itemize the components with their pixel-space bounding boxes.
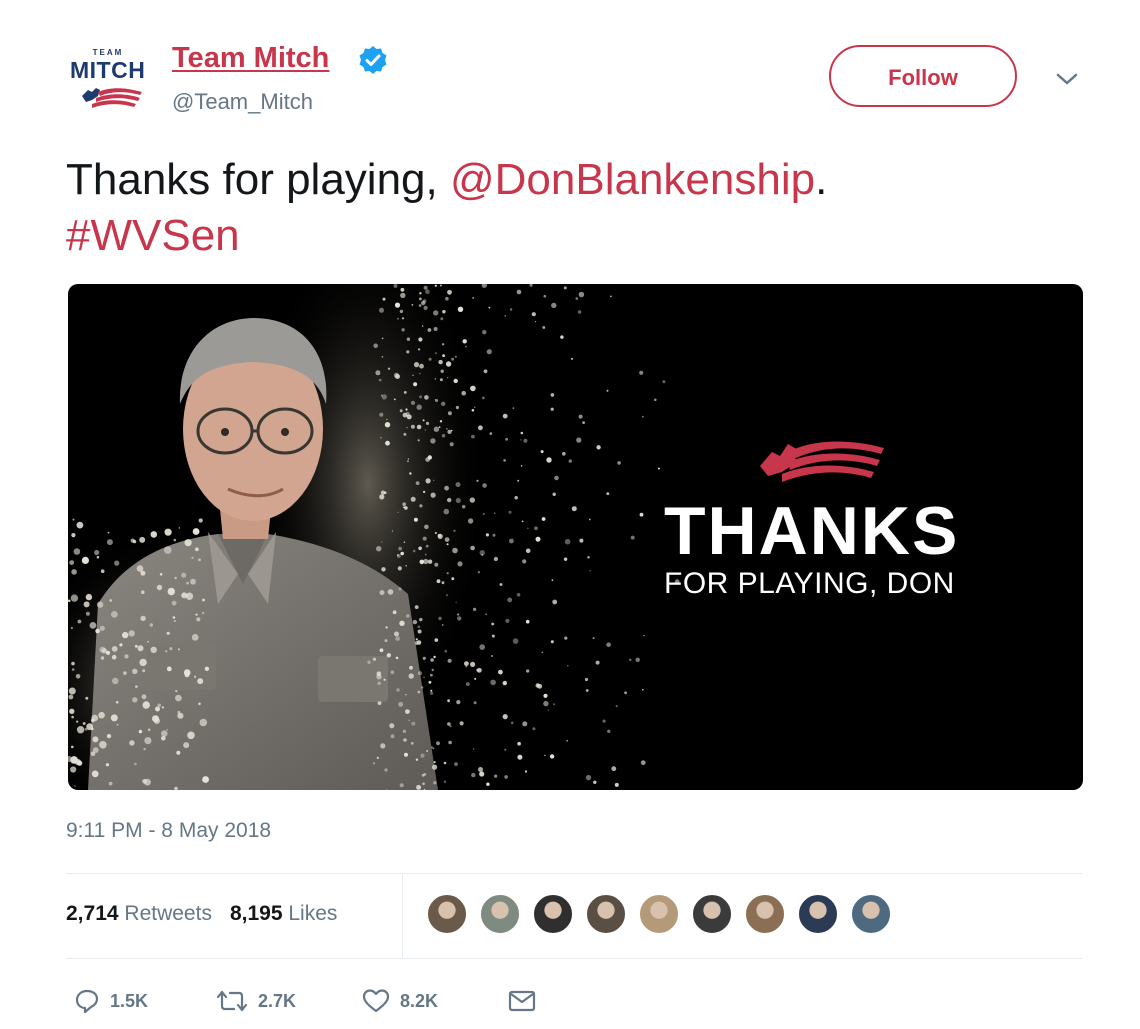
follow-button[interactable]: Follow xyxy=(829,45,1017,107)
liker-avatar[interactable] xyxy=(797,893,839,935)
avatar-team-text: TEAM xyxy=(92,48,124,57)
likes-label: Likes xyxy=(288,902,338,925)
divider xyxy=(66,873,1082,874)
chevron-down-icon[interactable] xyxy=(1054,70,1080,88)
account-name[interactable]: Team Mitch xyxy=(172,42,329,75)
liker-avatar[interactable] xyxy=(691,893,733,935)
retweets-count: 2,714 xyxy=(66,902,119,925)
reply-count: 1.5K xyxy=(110,990,149,1011)
reply-button[interactable]: 1.5K xyxy=(74,984,148,1018)
liker-avatar[interactable] xyxy=(532,893,574,935)
tweet-image[interactable]: THANKS FOR PLAYING, DON xyxy=(68,284,1083,790)
mail-icon xyxy=(508,990,536,1012)
tweet-text: Thanks for playing, @DonBlankenship. #WV… xyxy=(66,152,1076,264)
account-handle[interactable]: @Team_Mitch xyxy=(172,89,313,115)
likes-stat[interactable]: 8,195 Likes xyxy=(230,902,337,925)
liker-avatar[interactable] xyxy=(638,893,680,935)
image-subline: FOR PLAYING, DON xyxy=(664,567,955,600)
image-headline: THANKS xyxy=(664,493,960,569)
verified-badge-icon xyxy=(359,46,387,74)
hashtag-link[interactable]: #WVSen xyxy=(66,211,240,260)
tweet-text-suffix: . xyxy=(815,155,828,204)
liker-avatar[interactable] xyxy=(850,893,892,935)
tweet-text-prefix: Thanks for playing, xyxy=(66,155,450,204)
tweet-timestamp[interactable]: 9:11 PM - 8 May 2018 xyxy=(66,819,271,843)
liker-avatar[interactable] xyxy=(479,893,521,935)
likes-count: 8,195 xyxy=(229,902,283,925)
retweets-label: Retweets xyxy=(124,902,212,925)
divider xyxy=(66,958,1082,959)
like-button[interactable]: 8.2K xyxy=(362,984,438,1018)
retweets-stat[interactable]: 2,714 Retweets xyxy=(66,902,212,925)
divider-vertical xyxy=(402,874,403,958)
heart-icon xyxy=(362,989,390,1013)
liker-avatar[interactable] xyxy=(744,893,786,935)
liker-avatar[interactable] xyxy=(426,893,468,935)
retweet-icon xyxy=(216,990,248,1012)
flag-logo-icon xyxy=(82,88,142,108)
mention-link[interactable]: @DonBlankenship xyxy=(450,155,815,204)
team-mitch-flag-logo-icon xyxy=(760,441,884,482)
liker-avatar[interactable] xyxy=(585,893,627,935)
direct-message-button[interactable] xyxy=(508,984,546,1018)
engagement-stats: 2,714 Retweets 8,195 Likes xyxy=(66,902,337,926)
retweet-count: 2.7K xyxy=(258,990,297,1011)
avatar-mitch-text: MITCH xyxy=(70,57,146,83)
account-avatar[interactable]: TEAM MITCH xyxy=(66,44,156,120)
like-count: 8.2K xyxy=(400,990,439,1011)
reply-icon xyxy=(75,989,99,1014)
retweet-button[interactable]: 2.7K xyxy=(216,984,296,1018)
